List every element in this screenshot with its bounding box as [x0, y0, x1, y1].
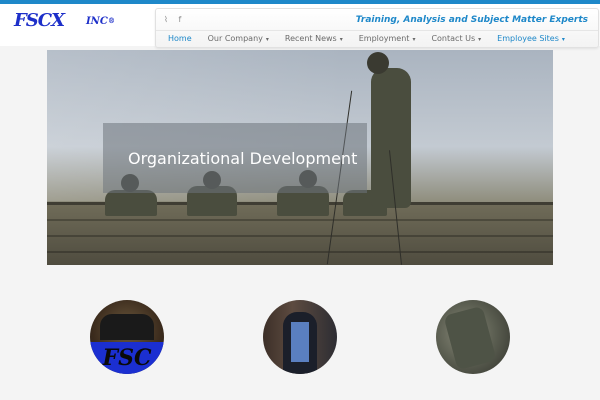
social-links: ⌇ f [164, 15, 189, 24]
chevron-down-icon: ▾ [478, 36, 482, 43]
soldier-head [367, 52, 389, 74]
feature-logo-text: FSC [90, 342, 164, 374]
hero-caption-box: Organizational Development [103, 123, 367, 193]
chevron-down-icon: ▾ [265, 36, 269, 43]
nav-divider [156, 30, 598, 31]
hero-caption: Organizational Development [128, 149, 358, 168]
soldier-figure [443, 305, 497, 371]
nav-item-label: Recent News [284, 34, 337, 43]
rss-icon[interactable]: ⌇ [164, 15, 168, 24]
feature-image-company[interactable]: FSC [90, 300, 164, 374]
logo-suffix: INC [86, 16, 108, 27]
nav-item-label: Contact Us [431, 34, 476, 43]
nav-item-label: Employee Sites [497, 34, 559, 43]
wall-plank [47, 251, 553, 253]
wall-plank [47, 235, 553, 237]
chevron-down-icon: ▾ [339, 36, 343, 43]
feature-image-employment[interactable] [263, 300, 337, 374]
nav-item-contact-us[interactable]: Contact Us ▾ [423, 34, 489, 43]
nav-item-recent-news[interactable]: Recent News ▾ [277, 34, 351, 43]
soldier-figure [105, 190, 157, 216]
horse-silhouette [100, 314, 154, 340]
logo-text: FSCX [14, 10, 65, 31]
nav-item-our-company[interactable]: Our Company ▾ [200, 34, 277, 43]
nav-item-employment[interactable]: Employment ▾ [351, 34, 424, 43]
chevron-down-icon: ▾ [412, 36, 416, 43]
nav-item-home[interactable]: Home [160, 34, 200, 43]
main-menu: Home Our Company ▾ Recent News ▾ Employmen… [160, 34, 573, 43]
facebook-icon[interactable]: f [178, 15, 181, 24]
nav-item-label: Our Company [207, 34, 263, 43]
hero-slider[interactable]: Organizational Development [47, 50, 553, 265]
chevron-down-icon: ▾ [561, 36, 565, 43]
registered-mark: ® [108, 16, 115, 25]
site-header: FSCX INC ® ⌇ f Training, Analysis and Su… [0, 4, 600, 48]
company-logo[interactable]: FSCX INC ® [14, 8, 124, 32]
site-tagline: Training, Analysis and Subject Matter Ex… [355, 15, 588, 25]
person-shirt [291, 322, 309, 362]
nav-item-label: Employment [358, 34, 410, 43]
nav-item-label: Home [168, 34, 192, 43]
navigation-panel: ⌇ f Training, Analysis and Subject Matte… [155, 8, 599, 48]
rappelling-soldier [371, 68, 411, 208]
nav-item-employee-sites[interactable]: Employee Sites ▾ [489, 34, 573, 43]
feature-image-news[interactable] [436, 300, 510, 374]
wall-plank [47, 219, 553, 221]
